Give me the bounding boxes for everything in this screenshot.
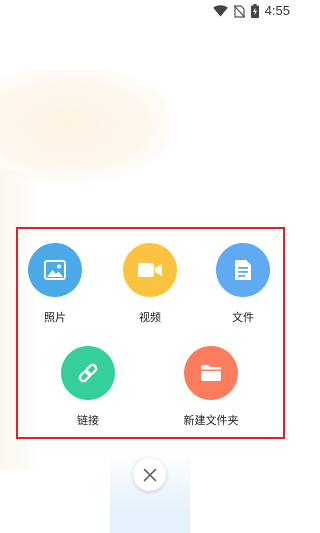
photo-label: 照片 [44,311,66,324]
link-label: 链接 [77,414,99,427]
battery-charging-icon [250,4,259,18]
close-icon [143,468,156,481]
video-camera-icon [138,263,162,277]
background-blur [0,70,170,180]
new-folder-button[interactable]: 新建文件夹 [171,346,251,427]
new-folder-icon-circle [184,346,238,400]
image-icon [44,260,66,280]
wifi-icon [212,5,228,17]
status-time: 4:55 [264,3,290,18]
video-label: 视频 [139,311,161,324]
photo-button[interactable]: 照片 [15,243,95,324]
folder-icon [201,365,221,381]
status-icons: 4:55 [212,3,290,18]
document-icon [235,260,251,280]
status-bar: 4:55 [0,0,300,22]
photo-icon-circle [28,243,82,297]
file-button[interactable]: 文件 [203,243,283,324]
file-icon-circle [216,243,270,297]
close-button[interactable] [133,458,166,491]
link-button[interactable]: 链接 [48,346,128,427]
video-button[interactable]: 视频 [110,243,190,324]
new-folder-label: 新建文件夹 [183,414,239,427]
file-label: 文件 [232,311,254,324]
link-icon-circle [61,346,115,400]
video-icon-circle [123,243,177,297]
link-icon [78,363,98,383]
no-sim-icon [233,4,245,18]
